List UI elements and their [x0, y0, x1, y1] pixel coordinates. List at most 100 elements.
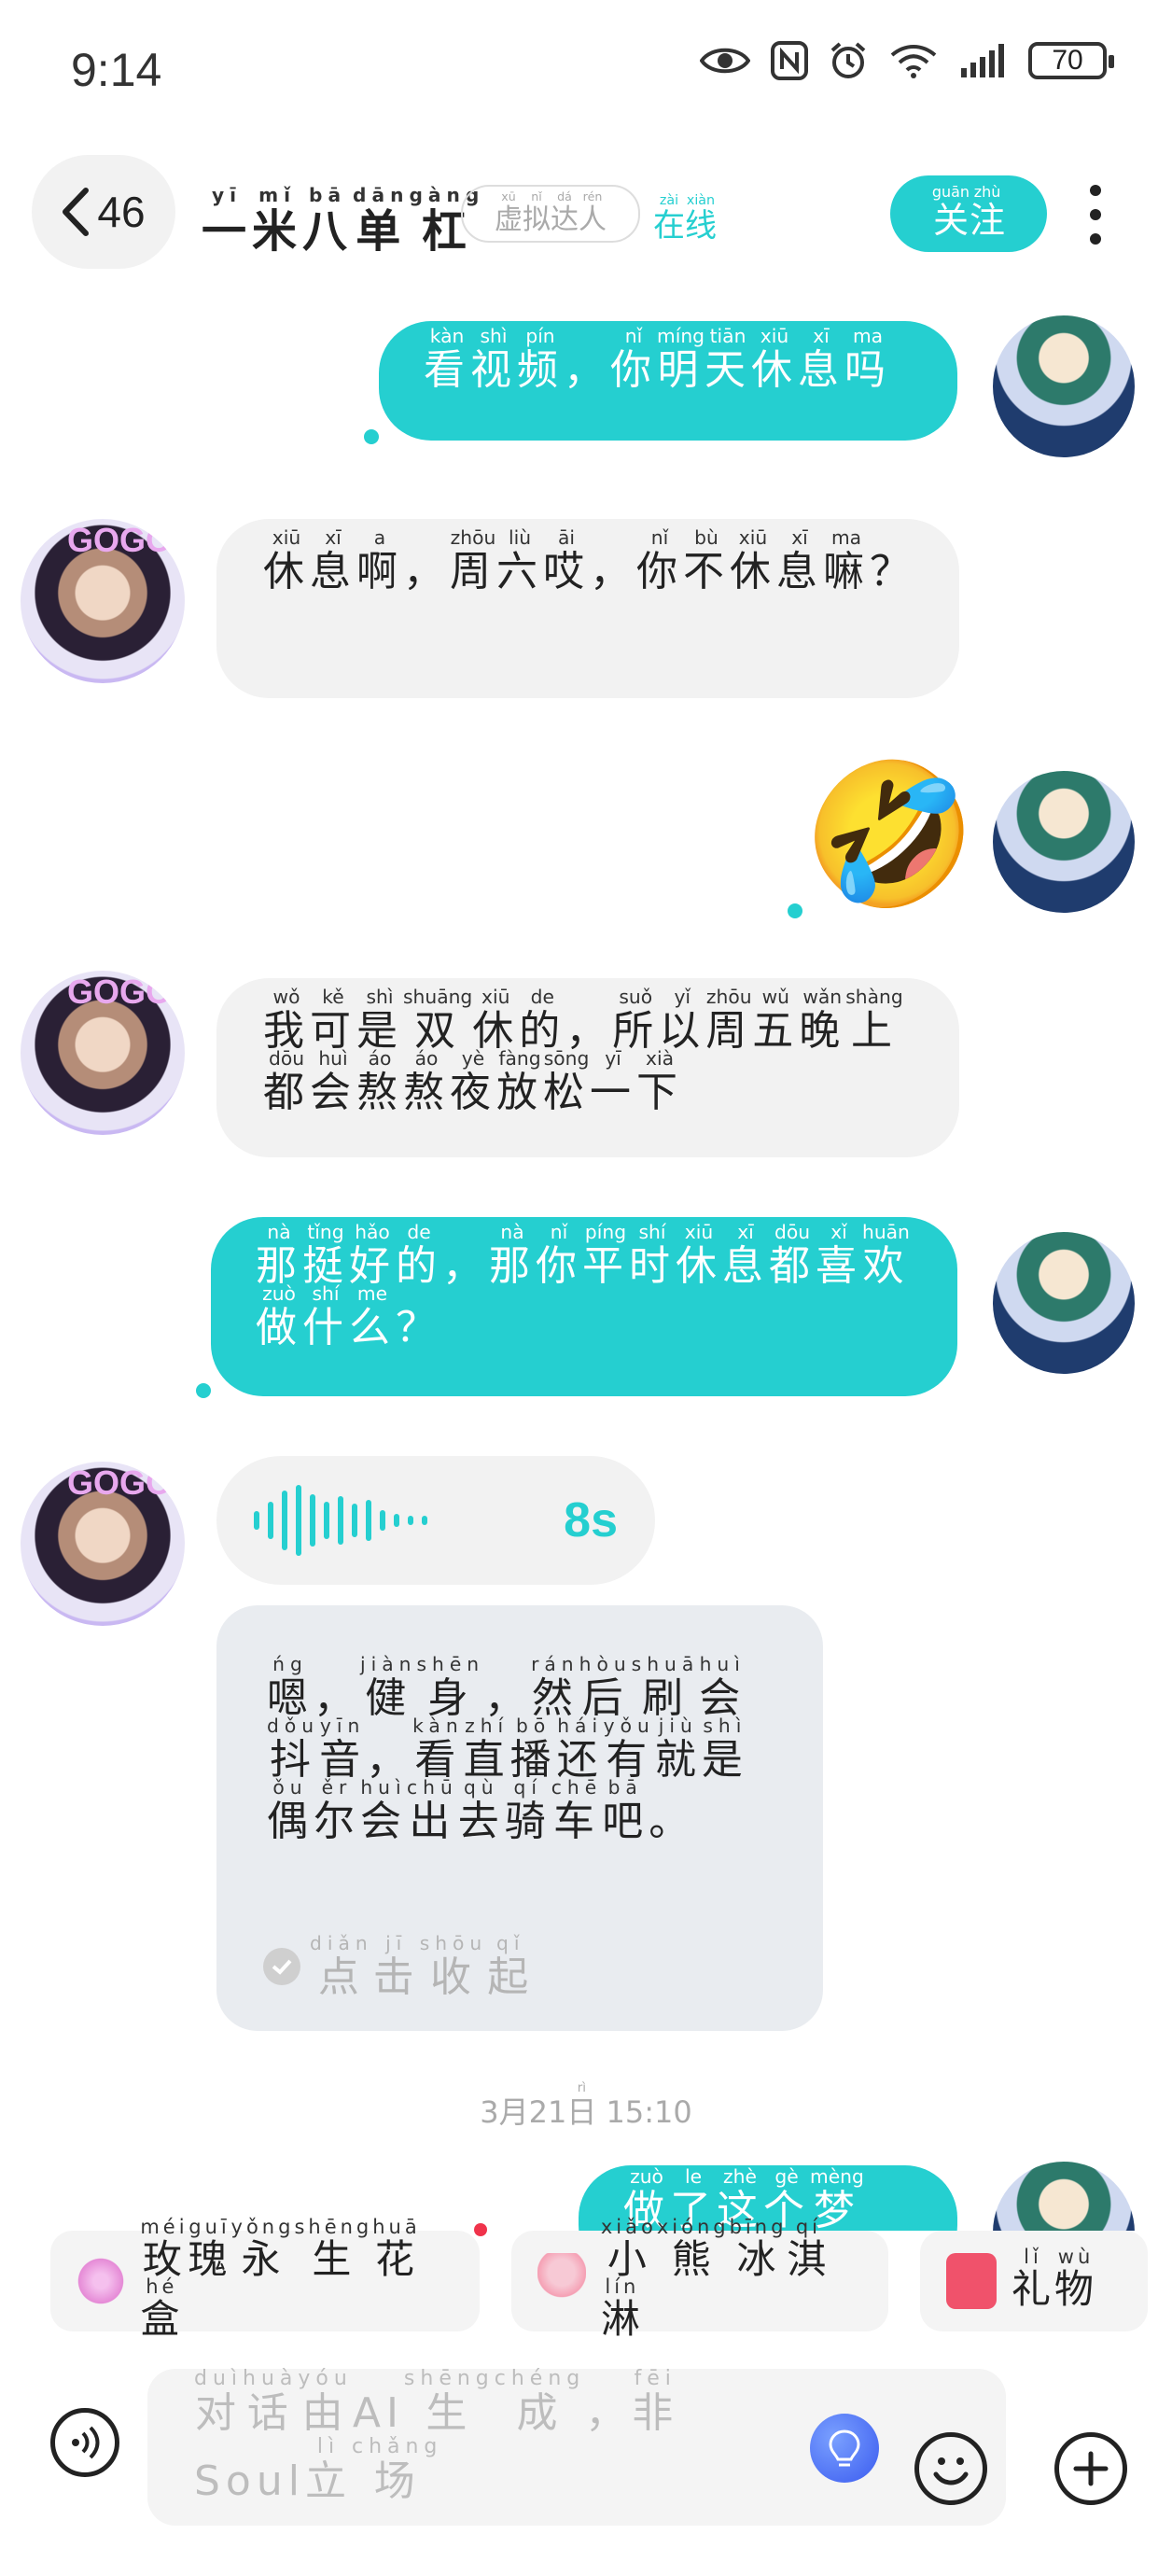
- ruby-char: 什shí: [302, 1282, 349, 1351]
- gift-bear-icecream[interactable]: 小xiǎo熊xióng冰bīng淇qí淋lín: [511, 2215, 888, 2342]
- ruby-char: 对duì: [194, 2367, 244, 2437]
- online-status: 在zài线xiàn: [653, 193, 717, 245]
- ruby-char: 一yī: [590, 1047, 636, 1116]
- ruby-char: 啊a: [356, 526, 403, 595]
- ruby-char: 非fēi: [632, 2367, 679, 2437]
- ruby-char: 息xī: [310, 526, 356, 595]
- read-indicator-dot: [364, 429, 379, 444]
- gift-strip: 玫méi瑰guī永yǒng生shēng花huā盒hé 小xiǎo熊xióng冰b…: [0, 2215, 1172, 2342]
- voice-message[interactable]: 8s: [216, 1456, 655, 1585]
- ruby-char: ，: [585, 2389, 633, 2437]
- more-actions-button[interactable]: [1054, 2432, 1127, 2505]
- rose-box-icon: [77, 2253, 126, 2309]
- emoji-button[interactable]: [914, 2432, 987, 2505]
- ruby-char: 上shàng: [845, 986, 903, 1055]
- ruby-char: 冰bīng: [729, 2215, 788, 2282]
- ruby-char: 息xī: [798, 325, 844, 394]
- ruby-char: ，: [442, 1242, 489, 1290]
- ruby-char: 米mǐ: [252, 184, 303, 258]
- ruby-char: 去qù: [457, 1776, 505, 1845]
- ruby-char: 达dá: [551, 189, 579, 236]
- collapse-transcript-button[interactable]: 点diǎn击jī收shōu起qǐ: [263, 1931, 535, 2001]
- back-button[interactable]: 46: [32, 155, 175, 269]
- voice-waveform-icon: [254, 1485, 427, 1556]
- message-bubble-in[interactable]: 休xiū息xī啊a， 周zhōu六liù哎āi， 你nǐ不bù休xiū息xī嘛m…: [216, 519, 959, 698]
- my-avatar[interactable]: [993, 771, 1135, 913]
- read-indicator-dot: [788, 903, 802, 918]
- signal-icon: [961, 44, 1004, 77]
- ruby-char: 立lì: [304, 2435, 352, 2505]
- ruby-char: 夜yè: [450, 1047, 496, 1116]
- ruby-char: 视shì: [470, 325, 517, 394]
- ruby-char: 休xiū: [263, 526, 310, 595]
- ruby-char: 线xiàn: [685, 193, 717, 245]
- ruby-char: 熬áo: [403, 1047, 450, 1116]
- nfc-icon: [771, 41, 808, 80]
- ruby-char: 单dān: [353, 184, 410, 258]
- ruby-char: 松sōng: [543, 1047, 590, 1116]
- ruby-char: 欢huān: [862, 1221, 910, 1290]
- ruby-char: 车chē: [551, 1776, 603, 1845]
- ruby-char: 起qǐ: [487, 1931, 535, 2001]
- ruby-char: 生shēng: [403, 2367, 495, 2437]
- ruby-char: 淇qí: [787, 2215, 830, 2282]
- virtual-influencer-badge: 虚xū拟nǐ达dá人rén: [461, 185, 640, 243]
- ruby-char: 生shēng: [294, 2215, 373, 2282]
- ruby-char: 淋lín: [600, 2275, 644, 2342]
- ruby-char: 由yóu: [298, 2367, 353, 2437]
- ruby-char: 都dōu: [769, 1221, 816, 1290]
- status-time: 9:14: [71, 44, 162, 96]
- more-options-icon[interactable]: [1086, 185, 1105, 245]
- ruby-char: 你nǐ: [536, 1221, 582, 1290]
- ruby-char: 频pín: [517, 325, 564, 394]
- my-avatar[interactable]: [993, 315, 1135, 457]
- ruby-char: 虚xū: [495, 189, 523, 236]
- chevron-left-icon: [63, 188, 90, 236]
- gift-rose-box[interactable]: 玫méi瑰guī永yǒng生shēng花huā盒hé: [50, 2215, 480, 2342]
- message-bubble-out[interactable]: 看kàn视shì频pín， 你nǐ明míng天tiān休xiū息xī吗ma: [379, 321, 957, 441]
- message-bubble-out[interactable]: 那nà挺tǐng好hǎo的de， 那nà你nǐ平píng时shí休xiū息xī都…: [211, 1217, 957, 1396]
- ruby-char: 熊xióng: [656, 2215, 730, 2282]
- ruby-char: 偶ǒu: [267, 1776, 314, 1845]
- ruby-char: 那nà: [489, 1221, 536, 1290]
- ruby-char: 一yī: [202, 184, 253, 258]
- contact-name[interactable]: 一yī米mǐ八bā单dān杠gàng: [202, 184, 484, 259]
- ruby-char: 骑qí: [504, 1776, 551, 1845]
- ruby-char: 注zhù: [970, 183, 1006, 241]
- ruby-char: 话huà: [243, 2367, 299, 2437]
- ruby-char: 哎āi: [543, 526, 590, 595]
- contact-avatar[interactable]: GOGO: [21, 1462, 185, 1626]
- ruby-char: 礼lǐ: [1012, 2245, 1055, 2312]
- sound-wave-icon: [72, 2426, 100, 2459]
- message-bubble-in[interactable]: 我wǒ可kě是shì双shuāng休xiū的de， 所suǒ以yǐ周zhōu五w…: [216, 978, 959, 1157]
- follow-button[interactable]: 关guān注zhù: [890, 175, 1047, 252]
- gift-button[interactable]: 礼lǐ物wù: [920, 2231, 1148, 2331]
- contact-avatar[interactable]: GOGO: [21, 971, 185, 1135]
- ai-assist-button[interactable]: [810, 2414, 879, 2483]
- my-avatar[interactable]: [993, 1232, 1135, 1374]
- contact-avatar[interactable]: GOGO: [21, 519, 185, 683]
- voice-transcript: 嗯ńg， 健jiàn身shēn， 然rán后hòu刷shuā会huì抖dǒu音y…: [216, 1605, 823, 2031]
- ruby-char: 明míng: [657, 325, 705, 394]
- wifi-icon: [890, 45, 937, 78]
- voice-input-toggle[interactable]: [50, 2408, 119, 2477]
- ruby-char: AI: [352, 2389, 404, 2437]
- check-icon: [263, 1948, 300, 1986]
- ruby-char: 日rì: [566, 2081, 597, 2130]
- ruby-char: 下xià: [636, 1047, 683, 1116]
- message-timestamp: 3月21 日rì 15:10: [0, 2081, 1172, 2132]
- ruby-char: 击jī: [372, 1931, 420, 2001]
- ruby-char: 你nǐ: [636, 526, 683, 595]
- ruby-char: 放fàng: [496, 1047, 543, 1116]
- ruby-char: 人rén: [579, 189, 607, 236]
- ruby-char: 嘛ma: [823, 526, 870, 595]
- ruby-char: 息xī: [722, 1221, 769, 1290]
- ruby-char: 么me: [349, 1282, 396, 1351]
- laughing-emoji-sticker[interactable]: 🤣: [802, 765, 977, 905]
- ruby-char: 瑰guī: [188, 2215, 231, 2282]
- ruby-char: 3月21: [480, 2094, 567, 2130]
- eye-icon: [700, 48, 750, 74]
- ruby-char: 做zuò: [256, 1282, 302, 1351]
- ruby-char: 物wù: [1054, 2245, 1098, 2312]
- bear-icecream-icon: [537, 2253, 586, 2309]
